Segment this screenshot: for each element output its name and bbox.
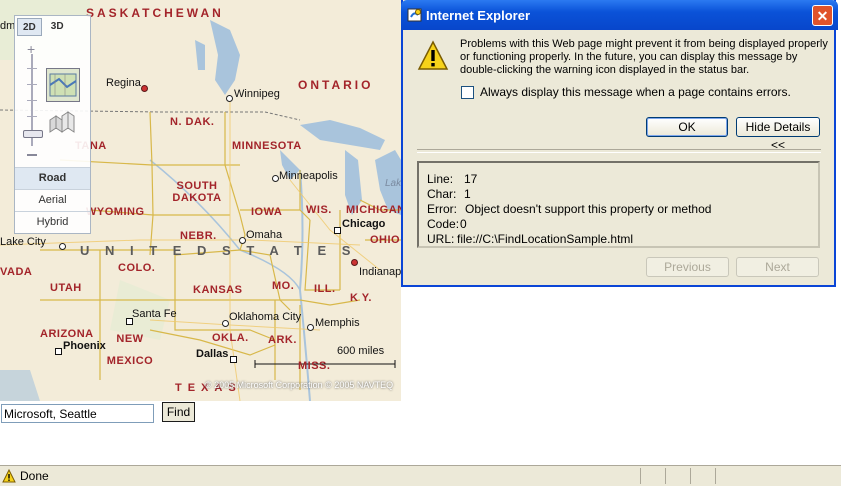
map-label-partial: dm (0, 20, 16, 32)
detail-url-value: file://C:\FindLocationSample.html (457, 232, 634, 246)
city-marker (141, 85, 148, 92)
state-label: KANSAS (193, 284, 243, 296)
city-label: Memphis (315, 317, 360, 329)
zoom-slider-handle[interactable] (23, 130, 43, 138)
next-button[interactable]: Next (736, 257, 819, 277)
always-display-label[interactable]: Always display this message when a page … (480, 85, 791, 99)
city-marker (230, 356, 237, 363)
city-marker (226, 95, 233, 102)
warning-icon[interactable] (2, 468, 16, 486)
map-style-road[interactable]: Road (15, 167, 90, 189)
city-label: Lake City (0, 236, 46, 248)
zoom-in-icon[interactable]: + (27, 42, 35, 56)
state-label: NEW MEXICO (106, 333, 154, 367)
close-button[interactable]: ✕ (812, 5, 833, 26)
state-label: MO. (272, 280, 295, 292)
city-marker (222, 320, 229, 327)
status-text: Done (20, 469, 49, 483)
state-label: ARK. (268, 334, 297, 346)
city-label: Omaha (246, 229, 283, 241)
map-label-country: U N I T E D S T A T E S (80, 243, 357, 258)
state-label: MISS. (298, 360, 331, 372)
state-label: VADA (0, 266, 33, 278)
error-dialog: Internet Explorer ✕ Problems with this W… (401, 0, 838, 287)
city-label: Winnipeg (234, 88, 280, 100)
city-marker (334, 227, 341, 234)
find-button[interactable]: Find (162, 402, 195, 422)
city-label: Minneapolis (279, 170, 338, 182)
city-marker (351, 259, 358, 266)
city-marker (59, 243, 66, 250)
detail-code-key: Code: (427, 217, 460, 231)
city-label: Dallas (196, 348, 229, 360)
error-details-panel: Line: 17 Char: 1 Error: Object doesn't supp… (417, 161, 820, 248)
state-label: OHIO (370, 234, 401, 246)
always-display-checkbox-row[interactable]: Always display this message when a page … (461, 85, 791, 100)
state-label: WYOMING (86, 206, 145, 218)
state-label: WIS. (306, 204, 332, 216)
state-label: COLO. (118, 262, 156, 274)
city-label: Chicago (342, 218, 386, 230)
state-label: N. DAK. (170, 116, 215, 128)
city-label: Indianap (359, 266, 401, 278)
detail-char-value: 1 (464, 187, 471, 201)
status-bar: Done (0, 465, 841, 486)
map-label-ontario: ONTARIO (298, 78, 374, 92)
city-label: Oklahoma City (229, 311, 302, 323)
city-marker (272, 175, 279, 182)
state-label: SOUTH DAKOTA (172, 180, 222, 204)
zoom-out-icon[interactable] (27, 154, 37, 156)
dialog-titlebar[interactable]: Internet Explorer ✕ (401, 0, 838, 30)
map-style-hybrid[interactable]: Hybrid (15, 211, 90, 233)
detail-line-value: 17 (464, 172, 478, 186)
state-label: UTAH (50, 282, 82, 294)
city-label: Phoenix (63, 340, 106, 352)
warning-icon (417, 40, 449, 75)
hide-details-button[interactable]: Hide Details << (736, 117, 820, 152)
zoom-slider[interactable]: + (23, 42, 43, 156)
scale-label: 600 miles (337, 345, 385, 357)
map-copyright: © 2005 Microsoft Corporation © 2005 NAVT… (205, 380, 394, 390)
detail-url-key: URL: (427, 232, 455, 246)
dialog-divider (417, 149, 821, 153)
map-navigation-control: 2D 3D + Road Aerial Hybrid (14, 15, 91, 234)
map-mode-switch: 2D 3D (15, 16, 90, 38)
location-search-input[interactable] (1, 404, 154, 423)
state-label: OKLA. (212, 332, 249, 344)
city-label: Santa Fe (132, 308, 177, 320)
always-display-checkbox[interactable] (461, 86, 474, 100)
state-label: K Y. (350, 292, 372, 304)
ok-button[interactable]: OK (646, 117, 728, 137)
dialog-message: Problems with this Web page might preven… (460, 38, 828, 76)
state-label: MINNESOTA (232, 140, 302, 152)
city-marker (239, 237, 246, 244)
map-3d-buildings-icon[interactable] (46, 108, 78, 136)
state-label: MICHIGAN (346, 204, 401, 216)
detail-char-key: Char: (427, 187, 457, 201)
city-marker (307, 324, 314, 331)
city-label: Lake (385, 178, 401, 189)
mode-2d-button[interactable]: 2D (17, 18, 42, 36)
detail-code-value: 0 (460, 217, 467, 231)
city-marker (55, 348, 62, 355)
mode-3d-button[interactable]: 3D (46, 18, 69, 36)
state-label: ILL. (314, 283, 336, 295)
map-2d-thumbnail-icon[interactable] (46, 68, 80, 102)
dialog-title: Internet Explorer (426, 8, 531, 23)
state-label: ARIZONA (40, 328, 94, 340)
detail-error-value: Object doesn't support this property or … (465, 202, 712, 216)
map-style-aerial[interactable]: Aerial (15, 189, 90, 211)
detail-line-key: Line: (427, 172, 454, 186)
detail-error-key: Error: (427, 202, 457, 216)
ie-app-icon (407, 7, 423, 26)
state-label: NEBR. (180, 230, 217, 242)
map-view[interactable]: SASKATCHEWAN ONTARIO dm N. DAK. MINNESOT… (0, 0, 401, 401)
previous-button[interactable]: Previous (646, 257, 729, 277)
map-label-saskatchewan: SASKATCHEWAN (86, 6, 224, 20)
state-label: IOWA (251, 206, 283, 218)
city-label: Regina (106, 77, 141, 89)
